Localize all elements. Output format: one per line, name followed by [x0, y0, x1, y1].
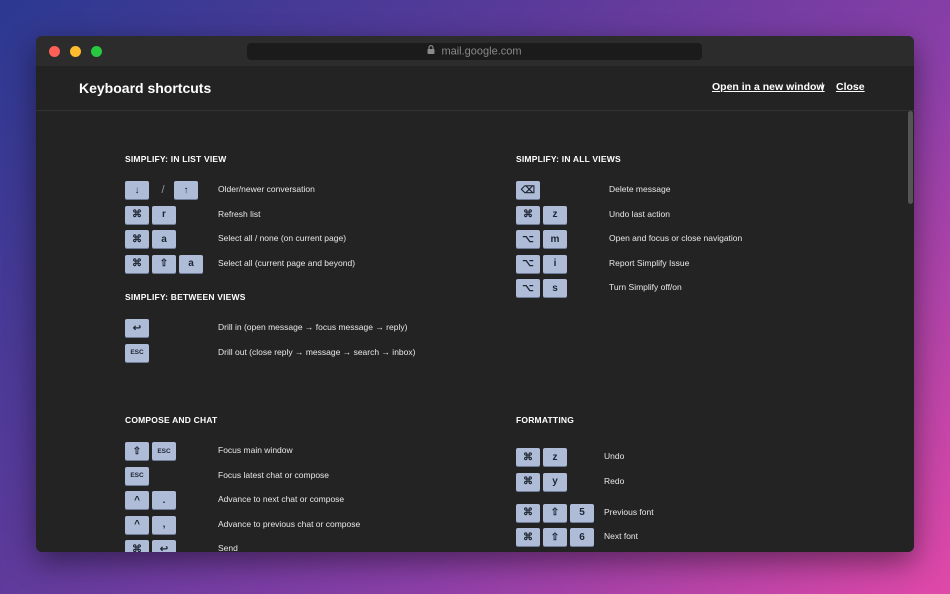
- key-cap: ESC: [152, 442, 176, 460]
- key-cap: ⌘: [516, 472, 540, 491]
- shortcut-description: Older/newer conversation: [218, 184, 315, 194]
- shortcut-description: Select all (current page and beyond): [218, 257, 356, 268]
- section-title: SIMPLIFY: BETWEEN VIEWS: [125, 292, 246, 302]
- key-cap: a: [152, 230, 176, 248]
- key-cap: i: [543, 254, 567, 273]
- shortcut-keys: ↓ / ↑: [125, 180, 201, 200]
- section-title: SIMPLIFY: IN LIST VIEW: [125, 154, 227, 164]
- shortcut-description: Next font: [604, 531, 639, 541]
- key-separator: /: [161, 184, 165, 196]
- key-cap: .: [152, 491, 176, 509]
- key-cap: a: [179, 254, 203, 273]
- dialog-header: Keyboard shortcuts Open in a new window …: [36, 66, 914, 111]
- shortcut-description: Report Simplify Issue: [609, 257, 690, 268]
- url-text: mail.google.com: [441, 45, 522, 58]
- shortcut-description: Undo last action: [609, 208, 670, 219]
- shortcut-description: Redo: [604, 475, 625, 486]
- shortcut-keys: ⌘ ⇧ a: [125, 254, 206, 274]
- page-title: Keyboard shortcuts: [79, 80, 212, 96]
- key-cap: ⇧: [543, 528, 567, 546]
- shortcut-keys: ↩: [125, 318, 152, 338]
- scrollbar[interactable]: [908, 111, 913, 204]
- shortcut-keys: ⌘ y: [516, 472, 570, 492]
- section-title: FORMATTING: [516, 415, 575, 425]
- browser-window: mail.google.com Keyboard shortcuts Open …: [36, 36, 914, 552]
- key-cap: z: [543, 448, 567, 466]
- shortcut-description: Undo: [604, 451, 625, 461]
- key-cap: ↩: [152, 540, 176, 552]
- shortcut-keys: ⌘ r: [125, 205, 179, 225]
- shortcut-description: Previous font: [604, 506, 654, 517]
- shortcut-keys: ⌘ z: [516, 205, 570, 225]
- zoom-window-button[interactable]: [91, 46, 102, 57]
- shortcut-description: Select all / none (on current page): [218, 233, 347, 243]
- key-cap: ,: [152, 515, 176, 534]
- key-cap: ⌥: [516, 279, 540, 297]
- key-cap: ⇧: [125, 442, 149, 460]
- shortcut-description: Drill out (close reply → message → searc…: [218, 346, 416, 357]
- key-cap: ⌥: [516, 254, 540, 273]
- key-cap: ESC: [125, 343, 149, 362]
- close-link[interactable]: Close: [836, 81, 865, 93]
- key-cap: ⌘: [516, 528, 540, 546]
- title-bar: mail.google.com: [36, 36, 914, 66]
- key-cap: ^: [125, 491, 149, 509]
- key-cap: ⌥: [516, 230, 540, 248]
- shortcut-description: Advance to previous chat or compose: [218, 518, 361, 529]
- shortcut-description: Refresh list: [218, 208, 261, 219]
- shortcut-description: Drill in (open message → focus message →…: [218, 322, 408, 332]
- key-cap: r: [152, 205, 176, 224]
- key-cap: ESC: [125, 466, 149, 485]
- key-cap: z: [543, 205, 567, 224]
- shortcut-keys: ⌘ ↩: [125, 539, 179, 552]
- shortcut-keys: ⌘ ⇧ 6: [516, 527, 597, 547]
- key-cap: 5: [570, 503, 594, 522]
- key-cap: ↑: [174, 181, 198, 199]
- key-cap: ⌘: [125, 230, 149, 248]
- key-cap: ↩: [125, 319, 149, 337]
- key-cap: ⌘: [125, 254, 149, 273]
- shortcut-keys: ⌫: [516, 180, 543, 200]
- shortcut-keys: ^,: [125, 515, 179, 535]
- minimize-window-button[interactable]: [70, 46, 81, 57]
- shortcut-keys: ⌥ m: [516, 229, 570, 249]
- shortcut-keys: ⌘ a: [125, 229, 179, 249]
- lock-icon: [427, 43, 435, 60]
- section-title: COMPOSE AND CHAT: [125, 415, 218, 425]
- key-cap: ⌘: [516, 448, 540, 466]
- section-title: SIMPLIFY: IN ALL VIEWS: [516, 154, 621, 164]
- open-new-window-link[interactable]: Open in a new window: [712, 81, 825, 93]
- key-cap: m: [543, 230, 567, 248]
- shortcut-keys: ⌥ i: [516, 254, 570, 274]
- shortcut-keys: ESC: [125, 343, 152, 363]
- shortcut-keys: ESC: [125, 466, 152, 486]
- shortcut-description: Delete message: [609, 184, 671, 194]
- shortcut-keys: ⌘ z: [516, 447, 570, 467]
- shortcut-keys: ^.: [125, 490, 179, 510]
- key-cap: ⌘: [516, 503, 540, 522]
- shortcut-description: Open and focus or close navigation: [609, 233, 743, 243]
- shortcut-keys: ⌥ s: [516, 278, 570, 298]
- key-cap: 6: [570, 528, 594, 546]
- key-cap: ↓: [125, 181, 149, 199]
- shortcut-description: Advance to next chat or compose: [218, 494, 345, 504]
- shortcut-description: Turn Simplify off/on: [609, 282, 682, 292]
- key-cap: ⇧: [543, 503, 567, 522]
- shortcut-keys: ⌘ ⇧ 5: [516, 503, 597, 523]
- key-cap: ⌘: [125, 540, 149, 552]
- shortcut-description: Focus latest chat or compose: [218, 469, 330, 480]
- key-cap: ⌘: [125, 205, 149, 224]
- key-cap: s: [543, 279, 567, 297]
- key-cap: ⌫: [516, 181, 540, 199]
- shortcut-description: Send: [218, 543, 238, 552]
- key-cap: ⌘: [516, 205, 540, 224]
- shortcut-keys: ⇧ ESC: [125, 441, 179, 461]
- shortcut-description: Focus main window: [218, 445, 293, 455]
- key-cap: y: [543, 472, 567, 491]
- close-window-button[interactable]: [49, 46, 60, 57]
- header-separator: |: [821, 81, 824, 93]
- key-cap: ^: [125, 515, 149, 534]
- key-cap: ⇧: [152, 254, 176, 273]
- address-bar[interactable]: mail.google.com: [247, 43, 702, 60]
